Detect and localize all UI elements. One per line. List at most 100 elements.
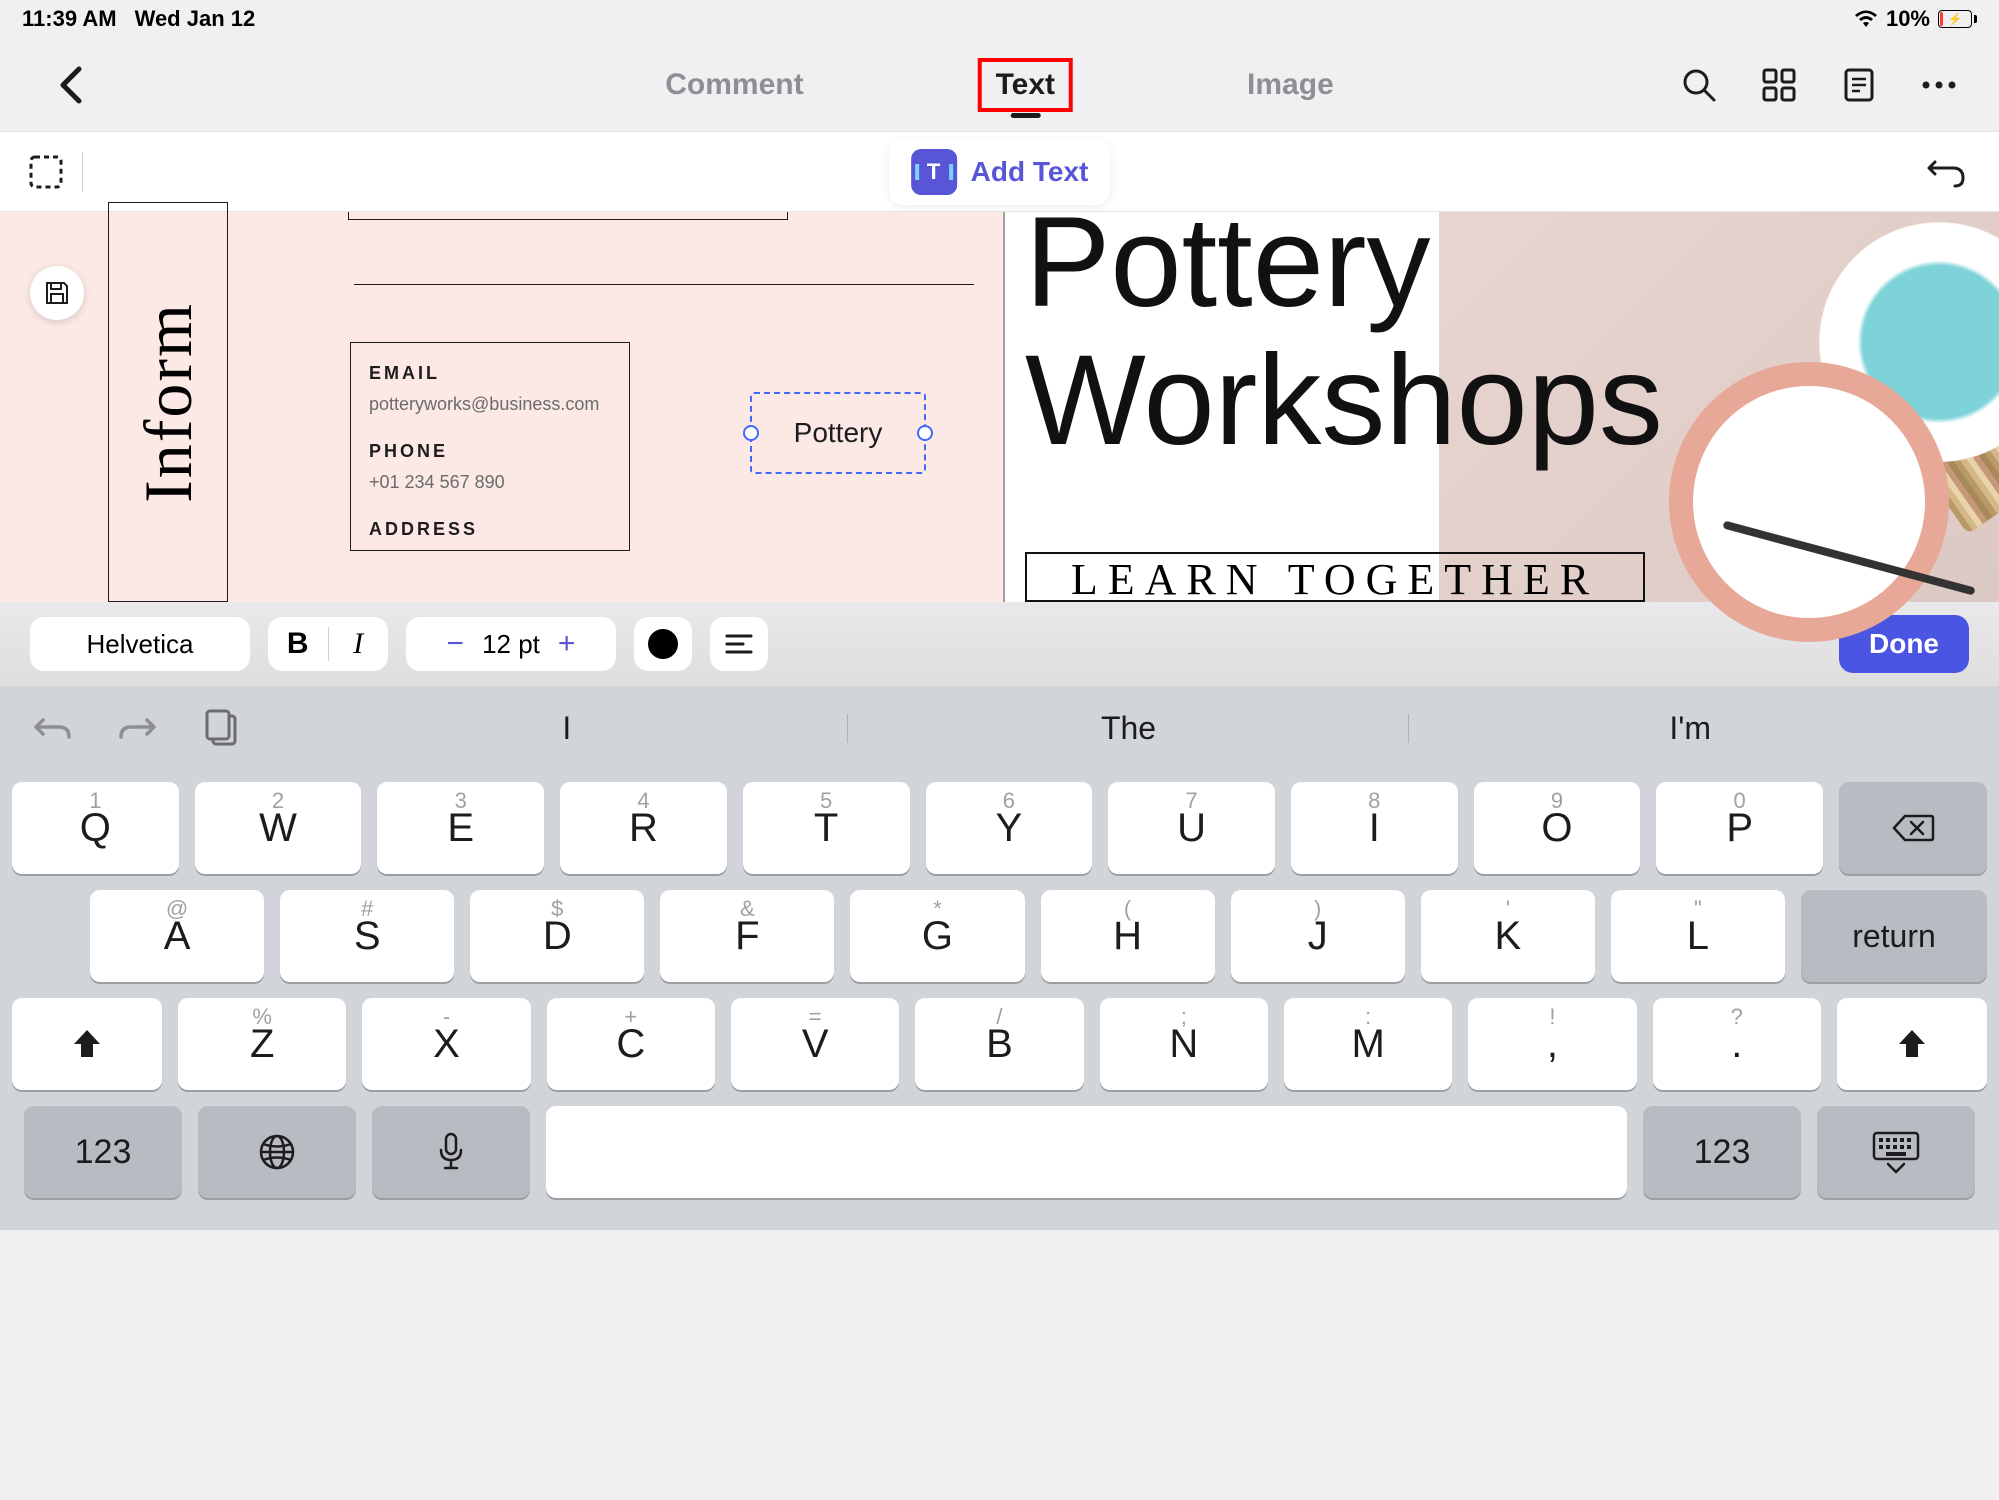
wifi-icon — [1854, 10, 1878, 28]
key-shift-left[interactable] — [12, 998, 162, 1090]
italic-button[interactable]: I — [329, 617, 389, 671]
key-v[interactable]: =V — [731, 998, 899, 1090]
key-i[interactable]: 8I — [1291, 782, 1458, 874]
key-y[interactable]: 6Y — [926, 782, 1093, 874]
font-size-stepper: − 12 pt + — [406, 617, 616, 671]
increase-size-button[interactable]: + — [558, 627, 576, 661]
key-g[interactable]: *G — [850, 890, 1024, 982]
key-s[interactable]: #S — [280, 890, 454, 982]
bold-button[interactable]: B — [268, 617, 328, 671]
thumbnails-icon[interactable] — [1759, 65, 1799, 105]
tab-image[interactable]: Image — [1233, 62, 1348, 108]
key-c[interactable]: +C — [547, 998, 715, 1090]
key-f[interactable]: &F — [660, 890, 834, 982]
tab-text[interactable]: Text — [978, 58, 1073, 112]
text-color-button[interactable] — [634, 617, 692, 671]
key-p[interactable]: 0P — [1656, 782, 1823, 874]
tab-comment[interactable]: Comment — [651, 62, 817, 108]
shift-icon — [1895, 1027, 1929, 1061]
kb-clipboard-icon[interactable] — [196, 703, 246, 753]
document-canvas[interactable]: Inform EMAIL potteryworks@business.com P… — [0, 212, 1999, 602]
divider — [82, 152, 83, 192]
kb-undo-icon[interactable] — [28, 703, 78, 753]
key-space[interactable] — [546, 1106, 1627, 1198]
add-text-icon: T — [911, 149, 957, 195]
key-return[interactable]: return — [1801, 890, 1987, 982]
selected-textbox[interactable]: Pottery — [750, 392, 926, 474]
key-e[interactable]: 3E — [377, 782, 544, 874]
key-h[interactable]: (H — [1041, 890, 1215, 982]
vertical-heading: Inform — [108, 202, 228, 602]
key-hide-keyboard[interactable] — [1817, 1106, 1975, 1198]
phone-value: +01 234 567 890 — [369, 472, 611, 493]
key-t[interactable]: 5T — [743, 782, 910, 874]
shift-icon — [70, 1027, 104, 1061]
key-b[interactable]: /B — [915, 998, 1083, 1090]
document-page-right: PotteryWorkshops LEARN TOGETHER — [1005, 212, 1999, 602]
search-icon[interactable] — [1679, 65, 1719, 105]
contact-card: EMAIL potteryworks@business.com PHONE +0… — [350, 342, 630, 551]
key-globe[interactable] — [198, 1106, 356, 1198]
notes-icon[interactable] — [1839, 65, 1879, 105]
key-dictation[interactable] — [372, 1106, 530, 1198]
decrease-size-button[interactable]: − — [447, 627, 465, 661]
key-o[interactable]: 9O — [1474, 782, 1641, 874]
font-style-group: B I — [268, 617, 388, 671]
back-button[interactable] — [46, 60, 96, 110]
selection-tool-icon[interactable] — [24, 150, 68, 194]
suggestion-3[interactable]: I'm — [1409, 710, 1971, 747]
nav-bar: Comment Text Image — [0, 38, 1999, 132]
email-value: potteryworks@business.com — [369, 394, 611, 415]
globe-icon — [258, 1133, 296, 1171]
key-z[interactable]: %Z — [178, 998, 346, 1090]
resize-handle-right[interactable] — [917, 425, 933, 441]
key-j[interactable]: )J — [1231, 890, 1405, 982]
suggestion-1[interactable]: I — [286, 710, 848, 747]
format-bar: Helvetica B I − 12 pt + Done — [0, 602, 1999, 686]
status-date: Wed Jan 12 — [135, 6, 256, 32]
kb-redo-icon[interactable] — [112, 703, 162, 753]
key-numbers-right[interactable]: 123 — [1643, 1106, 1801, 1198]
textbox-value: Pottery — [794, 417, 883, 449]
battery-icon: ⚡ — [1938, 10, 1977, 28]
key-backspace[interactable] — [1839, 782, 1987, 874]
key-numbers[interactable]: 123 — [24, 1106, 182, 1198]
font-selector[interactable]: Helvetica — [30, 617, 250, 671]
key-l[interactable]: "L — [1611, 890, 1785, 982]
key-u[interactable]: 7U — [1108, 782, 1275, 874]
keyboard-shortcut-bar: I The I'm — [0, 686, 1999, 770]
status-time: 11:39 AM — [22, 6, 117, 32]
key-n[interactable]: ;N — [1100, 998, 1268, 1090]
color-swatch-icon — [648, 629, 678, 659]
text-toolbar: T Add Text — [0, 132, 1999, 212]
resize-handle-left[interactable] — [743, 425, 759, 441]
status-bar: 11:39 AM Wed Jan 12 10% ⚡ — [0, 0, 1999, 38]
key-q[interactable]: 1Q — [12, 782, 179, 874]
add-text-label: Add Text — [971, 156, 1089, 188]
hide-keyboard-icon — [1871, 1130, 1921, 1174]
font-size-value: 12 pt — [482, 629, 540, 660]
key-k[interactable]: 'K — [1421, 890, 1595, 982]
undo-button[interactable] — [1925, 150, 1969, 194]
email-label: EMAIL — [369, 363, 611, 384]
key-w[interactable]: 2W — [195, 782, 362, 874]
phone-label: PHONE — [369, 441, 611, 462]
key-x[interactable]: -X — [362, 998, 530, 1090]
key-r[interactable]: 4R — [560, 782, 727, 874]
key-shift-right[interactable] — [1837, 998, 1987, 1090]
key-a[interactable]: @A — [90, 890, 264, 982]
decorative-box — [348, 212, 788, 220]
key-d[interactable]: $D — [470, 890, 644, 982]
page-subtitle: LEARN TOGETHER — [1025, 552, 1645, 602]
more-icon[interactable] — [1919, 65, 1959, 105]
align-button[interactable] — [710, 617, 768, 671]
suggestion-2[interactable]: The — [848, 710, 1410, 747]
battery-percent: 10% — [1886, 6, 1930, 32]
key-period[interactable]: ?. — [1653, 998, 1821, 1090]
mic-icon — [438, 1132, 464, 1172]
key-m[interactable]: :M — [1284, 998, 1452, 1090]
save-chip-icon[interactable] — [30, 266, 84, 320]
keyboard: I The I'm 1Q2W3E4R5T6Y7U8I9O0P @A#S$D&F*… — [0, 686, 1999, 1230]
address-label: ADDRESS — [369, 519, 611, 540]
key-comma[interactable]: !, — [1468, 998, 1636, 1090]
